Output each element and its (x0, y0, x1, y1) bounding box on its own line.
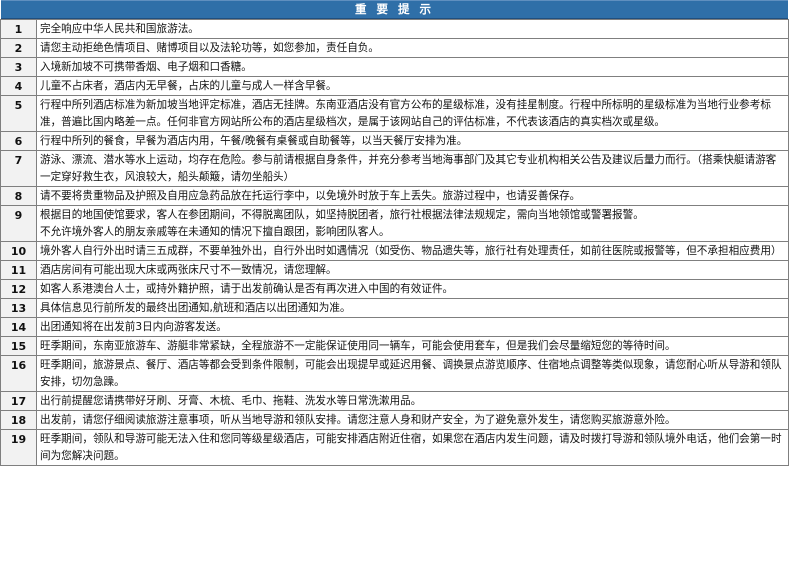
row-text: 请您主动拒绝色情项目、赌博项目以及法轮功等，如您参加，责任自负。 (36, 38, 789, 58)
table-row: 4 儿童不占床者，酒店内无早餐，占床的儿童与成人一样含早餐。 (0, 76, 789, 96)
row-text: 出团通知将在出发前3日内向游客发送。 (36, 317, 789, 337)
table-row: 18 出发前，请您仔细阅读旅游注意事项，听从当地导游和领队安排。请您注意人身和财产… (0, 410, 789, 430)
row-number: 1 (0, 19, 37, 39)
table-row: 7 游泳、漂流、潜水等水上运动，均存在危险。参与前请根据自身条件，并充分参考当地海… (0, 150, 789, 187)
row-number: 19 (0, 429, 37, 466)
row-text: 行程中所列的餐食，早餐为酒店内用，午餐/晚餐有桌餐或自助餐等，以当天餐厅安排为准… (36, 131, 789, 151)
table-row: 3 入境新加坡不可携带香烟、电子烟和口香糖。 (0, 57, 789, 77)
row-number: 12 (0, 279, 37, 299)
table-row: 9 根据目的地国使馆要求，客人在参团期间，不得脱离团队，如坚持脱团者，旅行社根据法… (0, 205, 789, 242)
table-row: 5 行程中所列酒店标准为新加坡当地评定标准，酒店无挂牌。东南亚酒店没有官方公布的星… (0, 95, 789, 132)
row-text: 儿童不占床者，酒店内无早餐，占床的儿童与成人一样含早餐。 (36, 76, 789, 96)
table-row: 10 境外客人自行外出时请三五成群，不要单独外出，自行外出时如遇情况（如受伤、物品… (0, 241, 789, 261)
table-row: 14 出团通知将在出发前3日内向游客发送。 (0, 317, 789, 337)
row-text: 出发前，请您仔细阅读旅游注意事项，听从当地导游和领队安排。请您注意人身和财产安全… (36, 410, 789, 430)
row-number: 5 (0, 95, 37, 132)
row-number: 13 (0, 298, 37, 318)
row-number: 17 (0, 391, 37, 411)
table-row: 2 请您主动拒绝色情项目、赌博项目以及法轮功等，如您参加，责任自负。 (0, 38, 789, 58)
row-text: 具体信息见行前所发的最终出团通知,航班和酒店以出团通知为准。 (36, 298, 789, 318)
row-number: 18 (0, 410, 37, 430)
row-number: 4 (0, 76, 37, 96)
table-row: 19 旺季期间，领队和导游可能无法入住和您同等级星级酒店，可能安排酒店附近住宿，如… (0, 429, 789, 466)
row-text: 完全响应中华人民共和国旅游法。 (36, 19, 789, 39)
row-number: 8 (0, 186, 37, 206)
row-text: 境外客人自行外出时请三五成群，不要单独外出，自行外出时如遇情况（如受伤、物品遗失… (36, 241, 789, 261)
table-row: 8 请不要将贵重物品及护照及自用应急药品放在托运行李中，以免境外时放于车上丢失。旅… (0, 186, 789, 206)
row-number: 16 (0, 355, 37, 392)
table-row: 15 旺季期间，东南亚旅游车、游艇非常紧缺，全程旅游不一定能保证使用同一辆车，可能… (0, 336, 789, 356)
table-row: 13 具体信息见行前所发的最终出团通知,航班和酒店以出团通知为准。 (0, 298, 789, 318)
row-text: 根据目的地国使馆要求，客人在参团期间，不得脱离团队，如坚持脱团者，旅行社根据法律… (36, 205, 789, 242)
table-row: 17 出行前提醒您请携带好牙刷、牙膏、木梳、毛巾、拖鞋、洗发水等日常洗漱用品。 (0, 391, 789, 411)
row-text: 旺季期间，领队和导游可能无法入住和您同等级星级酒店，可能安排酒店附近住宿，如果您… (36, 429, 789, 466)
row-text: 游泳、漂流、潜水等水上运动，均存在危险。参与前请根据自身条件，并充分参考当地海事… (36, 150, 789, 187)
notice-rows: 1 完全响应中华人民共和国旅游法。 2 请您主动拒绝色情项目、赌博项目以及法轮功等，如… (0, 19, 789, 466)
notice-title: 重 要 提 示 (1, 0, 788, 19)
row-text: 行程中所列酒店标准为新加坡当地评定标准，酒店无挂牌。东南亚酒店没有官方公布的星级… (36, 95, 789, 132)
row-text: 酒店房间有可能出现大床或两张床尺寸不一致情况，请您理解。 (36, 260, 789, 280)
notice-table: 1 完全响应中华人民共和国旅游法。 2 请您主动拒绝色情项目、赌博项目以及法轮功等，如… (0, 19, 789, 466)
row-text: 请不要将贵重物品及护照及自用应急药品放在托运行李中，以免境外时放于车上丢失。旅游… (36, 186, 789, 206)
row-text: 如客人系港澳台人士，或持外籍护照，请于出发前确认是否有再次进入中国的有效证件。 (36, 279, 789, 299)
notice-sheet: 重 要 提 示 1 完全响应中华人民共和国旅游法。 2 请您主动拒绝色情项目、赌博项目… (0, 0, 789, 466)
row-text: 出行前提醒您请携带好牙刷、牙膏、木梳、毛巾、拖鞋、洗发水等日常洗漱用品。 (36, 391, 789, 411)
row-number: 2 (0, 38, 37, 58)
row-number: 10 (0, 241, 37, 261)
row-number: 9 (0, 205, 37, 242)
row-number: 11 (0, 260, 37, 280)
row-text: 入境新加坡不可携带香烟、电子烟和口香糖。 (36, 57, 789, 77)
row-text: 旺季期间，旅游景点、餐厅、酒店等都会受到条件限制，可能会出现提早或延迟用餐、调换… (36, 355, 789, 392)
table-row: 6 行程中所列的餐食，早餐为酒店内用，午餐/晚餐有桌餐或自助餐等，以当天餐厅安排为… (0, 131, 789, 151)
row-number: 15 (0, 336, 37, 356)
row-text: 旺季期间，东南亚旅游车、游艇非常紧缺，全程旅游不一定能保证使用同一辆车，可能会使… (36, 336, 789, 356)
row-number: 14 (0, 317, 37, 337)
table-row: 1 完全响应中华人民共和国旅游法。 (0, 19, 789, 39)
table-row: 11 酒店房间有可能出现大床或两张床尺寸不一致情况，请您理解。 (0, 260, 789, 280)
row-number: 6 (0, 131, 37, 151)
table-row: 12 如客人系港澳台人士，或持外籍护照，请于出发前确认是否有再次进入中国的有效证件… (0, 279, 789, 299)
row-number: 3 (0, 57, 37, 77)
table-row: 16 旺季期间，旅游景点、餐厅、酒店等都会受到条件限制，可能会出现提早或延迟用餐、… (0, 355, 789, 392)
row-number: 7 (0, 150, 37, 187)
